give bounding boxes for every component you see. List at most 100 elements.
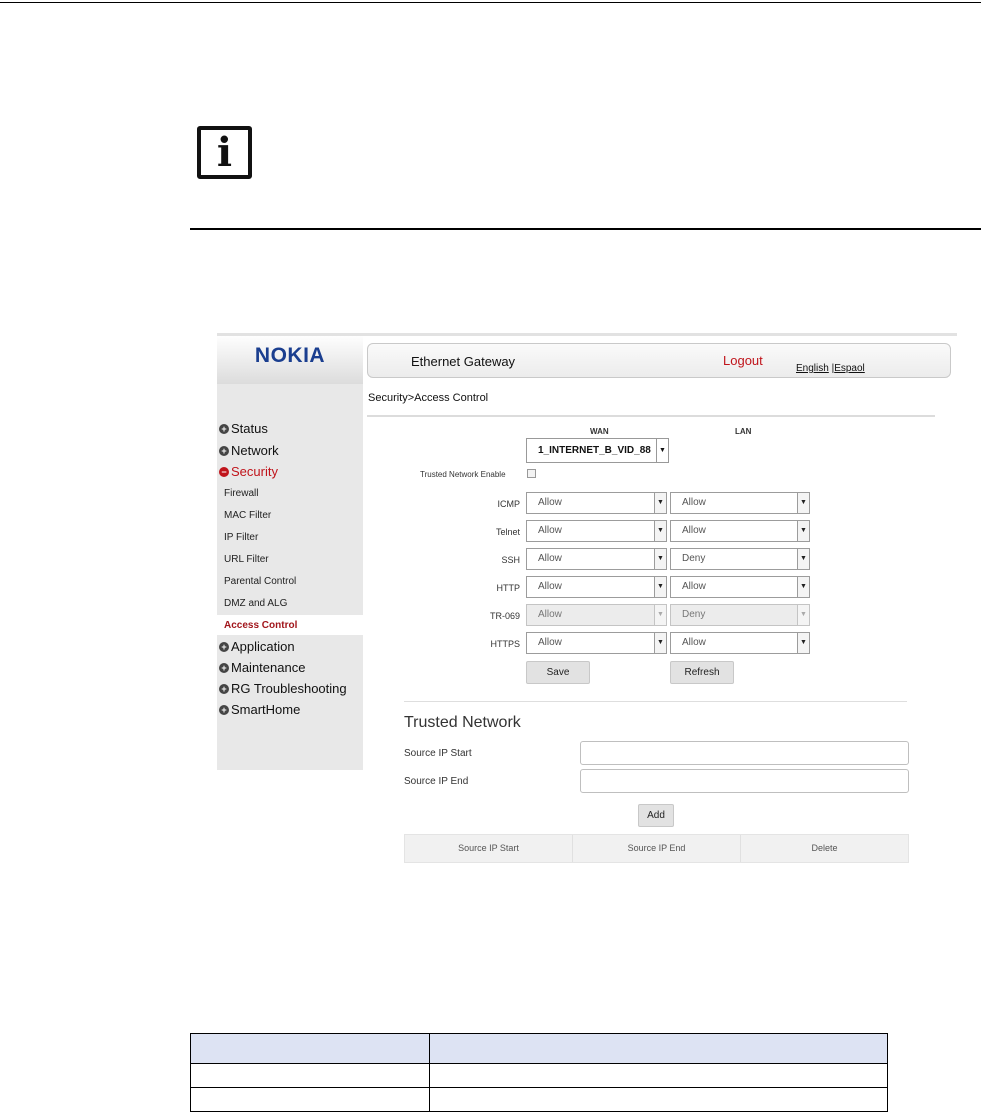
document-table [190,1033,888,1112]
sidebar-item-label: SmartHome [231,702,301,717]
source-ip-start-input[interactable] [580,741,909,765]
chevron-down-icon: ▼ [797,605,809,625]
sidebar-item-security[interactable]: − Security [219,464,278,479]
language-switch: English |Espaol [796,363,865,374]
select-value: Allow [682,637,706,648]
https-wan-select[interactable]: Allow ▼ [526,632,667,654]
http-wan-select[interactable]: Allow ▼ [526,576,667,598]
telnet-lan-select[interactable]: Allow ▼ [670,520,810,542]
section-divider [404,701,907,702]
source-ip-start-label: Source IP Start [404,748,472,759]
top-rule [0,2,981,3]
column-header: Source IP End [573,835,741,862]
select-value: Allow [682,581,706,592]
logout-link[interactable]: Logout [723,353,763,368]
plus-icon: + [219,704,229,715]
lang-english-link[interactable]: English [796,363,829,374]
table-cell [429,1063,888,1088]
select-value: Allow [538,525,562,536]
sidebar-item-maintenance[interactable]: + Maintenance [219,660,305,675]
service-label-icmp: ICMP [497,499,521,509]
minus-icon: − [219,466,229,477]
sidebar-item-status[interactable]: + Status [219,421,268,436]
trusted-network-enable-label: Trusted Network Enable [420,470,506,479]
note-rule [190,228,981,230]
service-label-ssh: SSH [501,555,520,565]
select-value: Allow [538,637,562,648]
select-value: Allow [682,497,706,508]
chevron-down-icon: ▼ [797,633,809,653]
trusted-network-table-header: Source IP Start Source IP End Delete [404,834,909,863]
service-label-telnet: Telnet [495,527,520,537]
sidebar-item-label: Maintenance [231,660,306,675]
sidebar-item-smarthome[interactable]: + SmartHome [219,702,300,717]
sidebar-item-label: Security [231,464,278,479]
info-icon: i [197,126,252,179]
tr069-wan-select: Allow ▼ [526,604,667,626]
sidebar-item-label: RG Troubleshooting [231,681,347,696]
icmp-wan-select[interactable]: Allow ▼ [526,492,667,514]
sidebar-item-application[interactable]: + Application [219,639,295,654]
sidebar-sub-ip-filter[interactable]: IP Filter [224,532,258,543]
chevron-down-icon: ▼ [797,549,809,569]
sidebar-sub-mac-filter[interactable]: MAC Filter [224,510,271,521]
select-value: Deny [682,553,706,564]
http-lan-select[interactable]: Allow ▼ [670,576,810,598]
chevron-down-icon: ▼ [797,521,809,541]
sidebar-item-network[interactable]: + Network [219,443,279,458]
select-value: Allow [682,525,706,536]
select-value: Allow [538,581,562,592]
trusted-network-title: Trusted Network [404,714,521,731]
plus-icon: + [219,641,229,652]
sidebar-item-label: Network [231,443,279,458]
table-cell [190,1033,430,1064]
table-header-row [190,1033,888,1064]
chevron-down-icon: ▼ [654,577,666,597]
ssh-wan-select[interactable]: Allow ▼ [526,548,667,570]
table-cell [429,1033,888,1064]
plus-icon: + [219,662,229,673]
wan-column-header: WAN [590,427,609,436]
table-cell [429,1087,888,1112]
chevron-down-icon: ▼ [654,633,666,653]
table-cell [190,1087,430,1112]
divider [367,415,935,417]
telnet-wan-select[interactable]: Allow ▼ [526,520,667,542]
ssh-lan-select[interactable]: Deny ▼ [670,548,810,570]
lang-spanish-link[interactable]: Espaol [834,363,865,374]
select-value: Allow [538,609,562,620]
add-button[interactable]: Add [638,804,674,827]
service-label-http: HTTP [496,583,521,593]
chevron-down-icon: ▼ [654,549,666,569]
tr069-lan-select: Deny ▼ [670,604,810,626]
service-label-tr069: TR-069 [489,611,520,621]
chevron-down-icon: ▼ [654,605,666,625]
sidebar-sub-url-filter[interactable]: URL Filter [224,554,269,565]
plus-icon: + [219,683,229,694]
chevron-down-icon: ▼ [654,521,666,541]
column-header: Source IP Start [405,835,573,862]
save-button[interactable]: Save [526,661,590,684]
sidebar-item-label: Status [231,421,268,436]
chevron-down-icon: ▼ [654,493,666,513]
table-row [190,1063,888,1088]
sidebar-item-rg-troubleshooting[interactable]: + RG Troubleshooting [219,681,347,696]
sidebar-sub-parental-control[interactable]: Parental Control [224,576,296,587]
sidebar-item-label: Application [231,639,295,654]
wan-interface-select[interactable]: 1_INTERNET_B_VID_88 ▼ [526,438,669,463]
trusted-network-enable-checkbox[interactable] [527,469,536,478]
select-value: Deny [682,609,706,620]
https-lan-select[interactable]: Allow ▼ [670,632,810,654]
breadcrumb: Security>Access Control [368,392,489,404]
icmp-lan-select[interactable]: Allow ▼ [670,492,810,514]
source-ip-end-input[interactable] [580,769,909,793]
nokia-logo: NOKIA [254,344,326,367]
header-title: Ethernet Gateway [411,354,516,369]
sidebar-sub-firewall[interactable]: Firewall [224,488,258,499]
refresh-button[interactable]: Refresh [670,661,734,684]
sidebar-sub-access-control[interactable]: Access Control [224,620,297,631]
chevron-down-icon: ▼ [797,577,809,597]
select-value: Allow [538,497,562,508]
sidebar-sub-dmz-alg[interactable]: DMZ and ALG [224,598,287,609]
plus-icon: + [219,445,229,456]
